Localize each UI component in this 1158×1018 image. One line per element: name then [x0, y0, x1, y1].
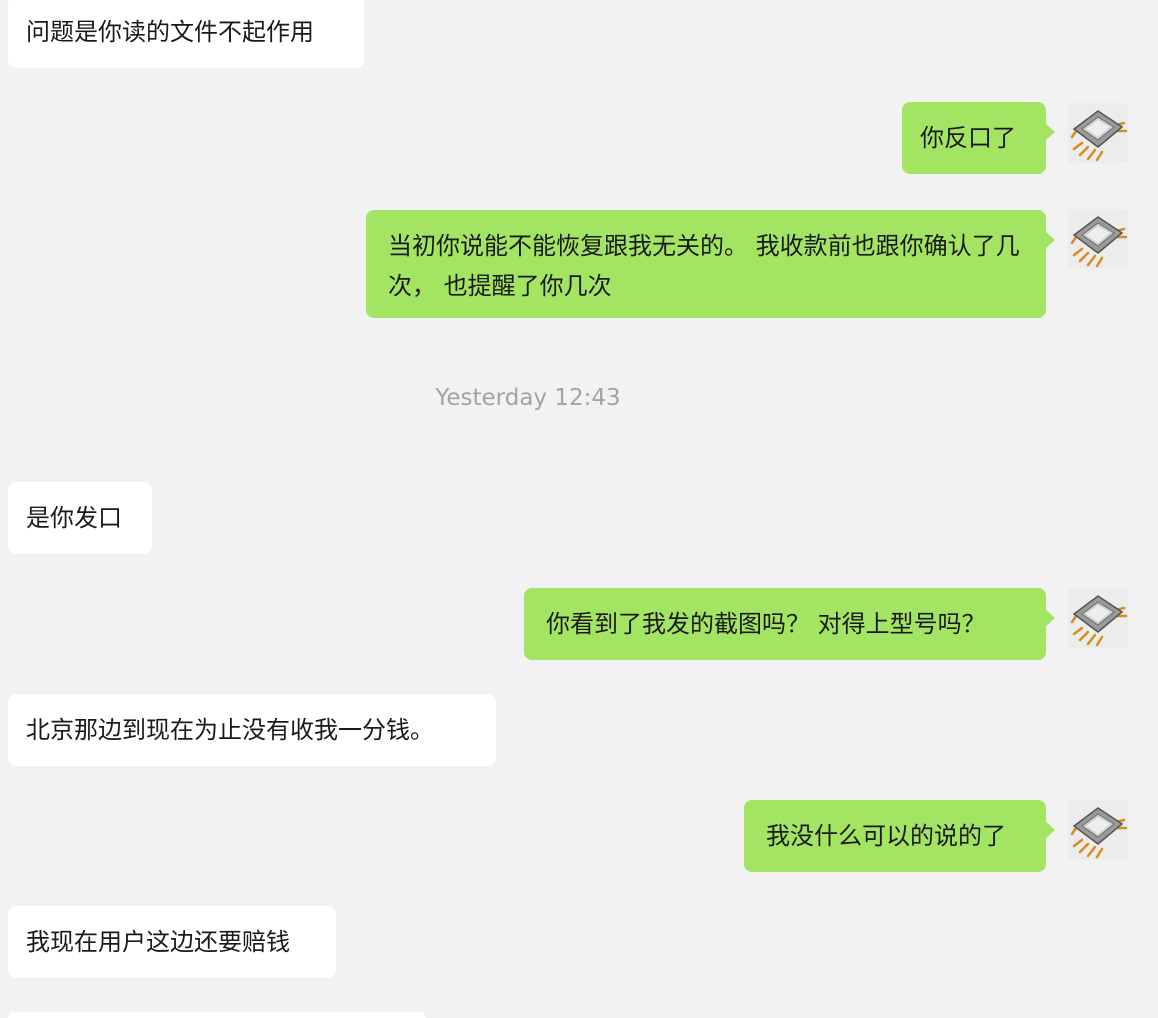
microchip-icon: [1070, 216, 1128, 268]
avatar[interactable]: [1068, 588, 1128, 648]
message-bubble[interactable]: 问题是你读的文件不起作用: [8, 0, 364, 68]
microchip-icon: [1070, 595, 1128, 647]
message-text: 我现在用户这边还要赔钱: [26, 928, 290, 956]
bubble-tail: [1045, 123, 1055, 141]
message-bubble[interactable]: 我没什么可以的说的了: [744, 800, 1046, 872]
message-bubble[interactable]: 我现在用户这边还要赔钱: [8, 906, 336, 978]
message-bubble[interactable]: [8, 1012, 426, 1018]
avatar[interactable]: [1068, 800, 1128, 860]
message-text: 北京那边到现在为止没有收我一分钱。: [26, 716, 434, 744]
microchip-icon: [1070, 110, 1128, 162]
message-text: 问题是你读的文件不起作用: [26, 18, 314, 46]
bubble-tail: [1045, 231, 1055, 249]
bubble-tail: [1045, 821, 1055, 839]
message-text: 当初你说能不能恢复跟我无关的。 我收款前也跟你确认了几次， 也提醒了你几次: [388, 232, 1020, 300]
message-text: 你看到了我发的截图吗？ 对得上型号吗？: [546, 610, 986, 638]
message-bubble[interactable]: 是你发口: [8, 482, 152, 554]
microchip-icon: [1070, 807, 1128, 859]
message-bubble[interactable]: 当初你说能不能恢复跟我无关的。 我收款前也跟你确认了几次， 也提醒了你几次: [366, 210, 1046, 318]
message-bubble[interactable]: 北京那边到现在为止没有收我一分钱。: [8, 694, 496, 766]
message-text: 我没什么可以的说的了: [766, 822, 1006, 850]
chat-timestamp: Yesterday 12:43: [435, 385, 621, 411]
avatar[interactable]: [1068, 103, 1128, 163]
message-bubble[interactable]: 你看到了我发的截图吗？ 对得上型号吗？: [524, 588, 1046, 660]
avatar[interactable]: [1068, 209, 1128, 269]
message-text: 是你发口: [26, 504, 122, 532]
bubble-tail: [1045, 609, 1055, 627]
message-bubble[interactable]: 你反口了: [902, 102, 1046, 174]
message-text: 你反口了: [920, 124, 1016, 152]
